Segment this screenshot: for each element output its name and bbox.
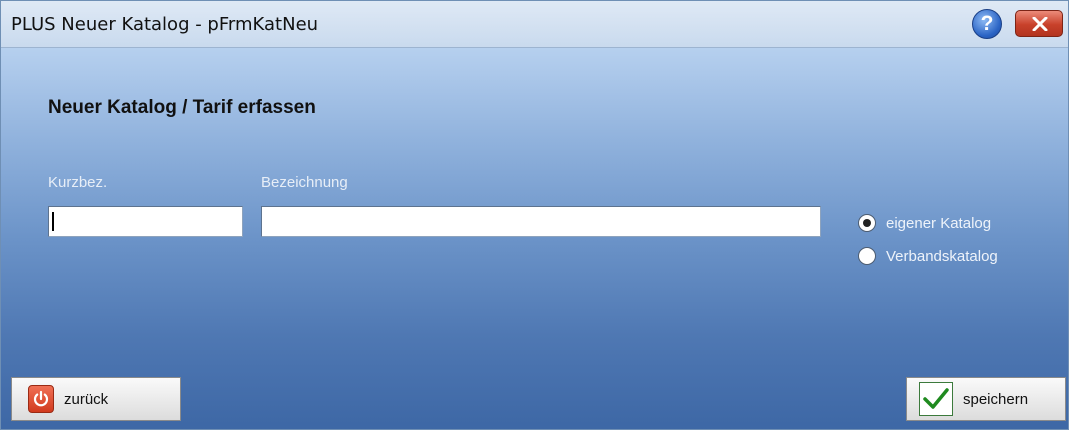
bezeichnung-input[interactable] xyxy=(261,206,821,237)
window-title: PLUS Neuer Katalog - pFrmKatNeu xyxy=(11,14,319,35)
radio-label-eigener-katalog: eigener Katalog xyxy=(886,214,992,232)
close-icon xyxy=(1032,17,1048,31)
check-icon xyxy=(919,382,953,416)
title-bar[interactable]: PLUS Neuer Katalog - pFrmKatNeu ? xyxy=(1,1,1068,48)
help-button[interactable]: ? xyxy=(972,9,1002,39)
radio-eigener-katalog[interactable]: eigener Katalog xyxy=(858,212,991,234)
bezeichnung-label: Bezeichnung xyxy=(261,174,348,191)
text-cursor xyxy=(52,212,54,231)
back-button[interactable]: zurück xyxy=(11,377,181,421)
radio-dot xyxy=(863,219,871,227)
power-icon xyxy=(28,385,54,413)
kurzbez-label: Kurzbez. xyxy=(48,174,108,191)
back-button-label: zurück xyxy=(64,390,109,408)
kurzbez-input[interactable] xyxy=(48,206,243,237)
radio-button-selected[interactable] xyxy=(858,214,876,232)
save-button-label: speichern xyxy=(963,390,1029,408)
form-heading: Neuer Katalog / Tarif erfassen xyxy=(48,97,316,118)
dialog-window: PLUS Neuer Katalog - pFrmKatNeu ? Neuer … xyxy=(0,0,1069,430)
radio-button-unselected[interactable] xyxy=(858,247,876,265)
radio-verbandskatalog[interactable]: Verbandskatalog xyxy=(858,245,998,267)
close-button[interactable] xyxy=(1015,10,1063,37)
help-icon: ? xyxy=(980,12,994,35)
radio-label-verbandskatalog: Verbandskatalog xyxy=(886,247,998,265)
form-area: Neuer Katalog / Tarif erfassen Kurzbez. … xyxy=(1,48,1068,429)
save-button[interactable]: speichern xyxy=(906,377,1066,421)
